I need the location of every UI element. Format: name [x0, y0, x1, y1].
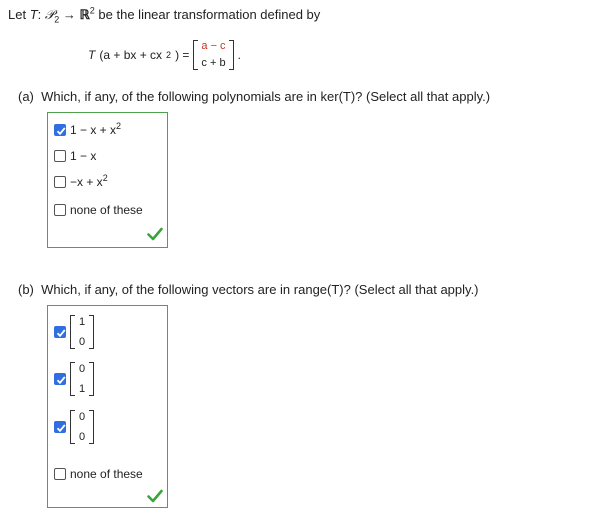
- formula-equals: ) =: [175, 48, 190, 62]
- part-b-question: (b) Which, if any, of the following vect…: [18, 282, 479, 297]
- intro-line: Let T: 𝒫2 → ℝ2 be the linear transformat…: [8, 6, 321, 24]
- correct-check-icon: [147, 227, 163, 241]
- option-label: 1 − x + x2: [70, 121, 122, 138]
- part-a-label: (a): [18, 89, 34, 104]
- part-a-option-4[interactable]: none of these: [54, 203, 143, 217]
- formula-args: (a + bx + cx: [99, 48, 163, 62]
- formula-period: .: [237, 48, 241, 62]
- intro-P: 𝒫: [44, 7, 55, 22]
- checkbox-unchecked[interactable]: [54, 150, 66, 162]
- part-b-label: (b): [18, 282, 34, 297]
- matrix-top: a − c: [201, 40, 226, 52]
- option-label: none of these: [70, 467, 143, 481]
- part-b-option-none[interactable]: none of these: [54, 467, 143, 481]
- part-a-text: Which, if any, of the following polynomi…: [41, 89, 491, 104]
- correct-check-icon: [147, 489, 163, 503]
- vector-2: 01: [70, 362, 95, 396]
- part-a-option-2[interactable]: 1 − x: [54, 149, 96, 163]
- option-label: 1 − x: [70, 149, 97, 163]
- checkbox-checked[interactable]: [54, 326, 66, 338]
- part-a-option-3[interactable]: −x + x2: [54, 173, 108, 190]
- part-a-question: (a) Which, if any, of the following poly…: [18, 89, 490, 104]
- part-b-option-2[interactable]: 01: [54, 362, 95, 396]
- transformation-formula: T (a + bx + cx 2) = a − c c + b .: [88, 40, 241, 70]
- checkbox-unchecked[interactable]: [54, 468, 66, 480]
- part-b-option-1[interactable]: 10: [54, 315, 95, 349]
- checkbox-checked[interactable]: [54, 124, 66, 136]
- checkbox-unchecked[interactable]: [54, 176, 66, 188]
- formula-matrix: a − c c + b: [193, 40, 234, 70]
- checkbox-checked[interactable]: [54, 421, 66, 433]
- intro-T: T: [29, 7, 38, 22]
- option-label: none of these: [70, 203, 143, 217]
- intro-colon: :: [37, 7, 45, 22]
- vector-3: 00: [70, 410, 95, 444]
- option-label: −x + x2: [70, 173, 108, 190]
- matrix-bottom: c + b: [201, 57, 226, 69]
- part-a-answer-panel: 1 − x + x2 1 − x −x + x2 none of these: [47, 112, 168, 248]
- intro-R: ℝ: [79, 7, 90, 22]
- checkbox-unchecked[interactable]: [54, 204, 66, 216]
- vector-1: 10: [70, 315, 95, 349]
- intro-suffix: be the linear transformation defined by: [94, 7, 321, 22]
- part-b-answer-panel: 10 01 00 none of these: [47, 305, 168, 508]
- part-b-option-3[interactable]: 00: [54, 410, 95, 444]
- part-b-text: Which, if any, of the following vectors …: [41, 282, 479, 297]
- part-a-option-1[interactable]: 1 − x + x2: [54, 121, 122, 138]
- intro-prefix: Let: [8, 7, 30, 22]
- checkbox-checked[interactable]: [54, 373, 66, 385]
- formula-T: T: [88, 48, 96, 62]
- intro-arrow: →: [59, 7, 80, 22]
